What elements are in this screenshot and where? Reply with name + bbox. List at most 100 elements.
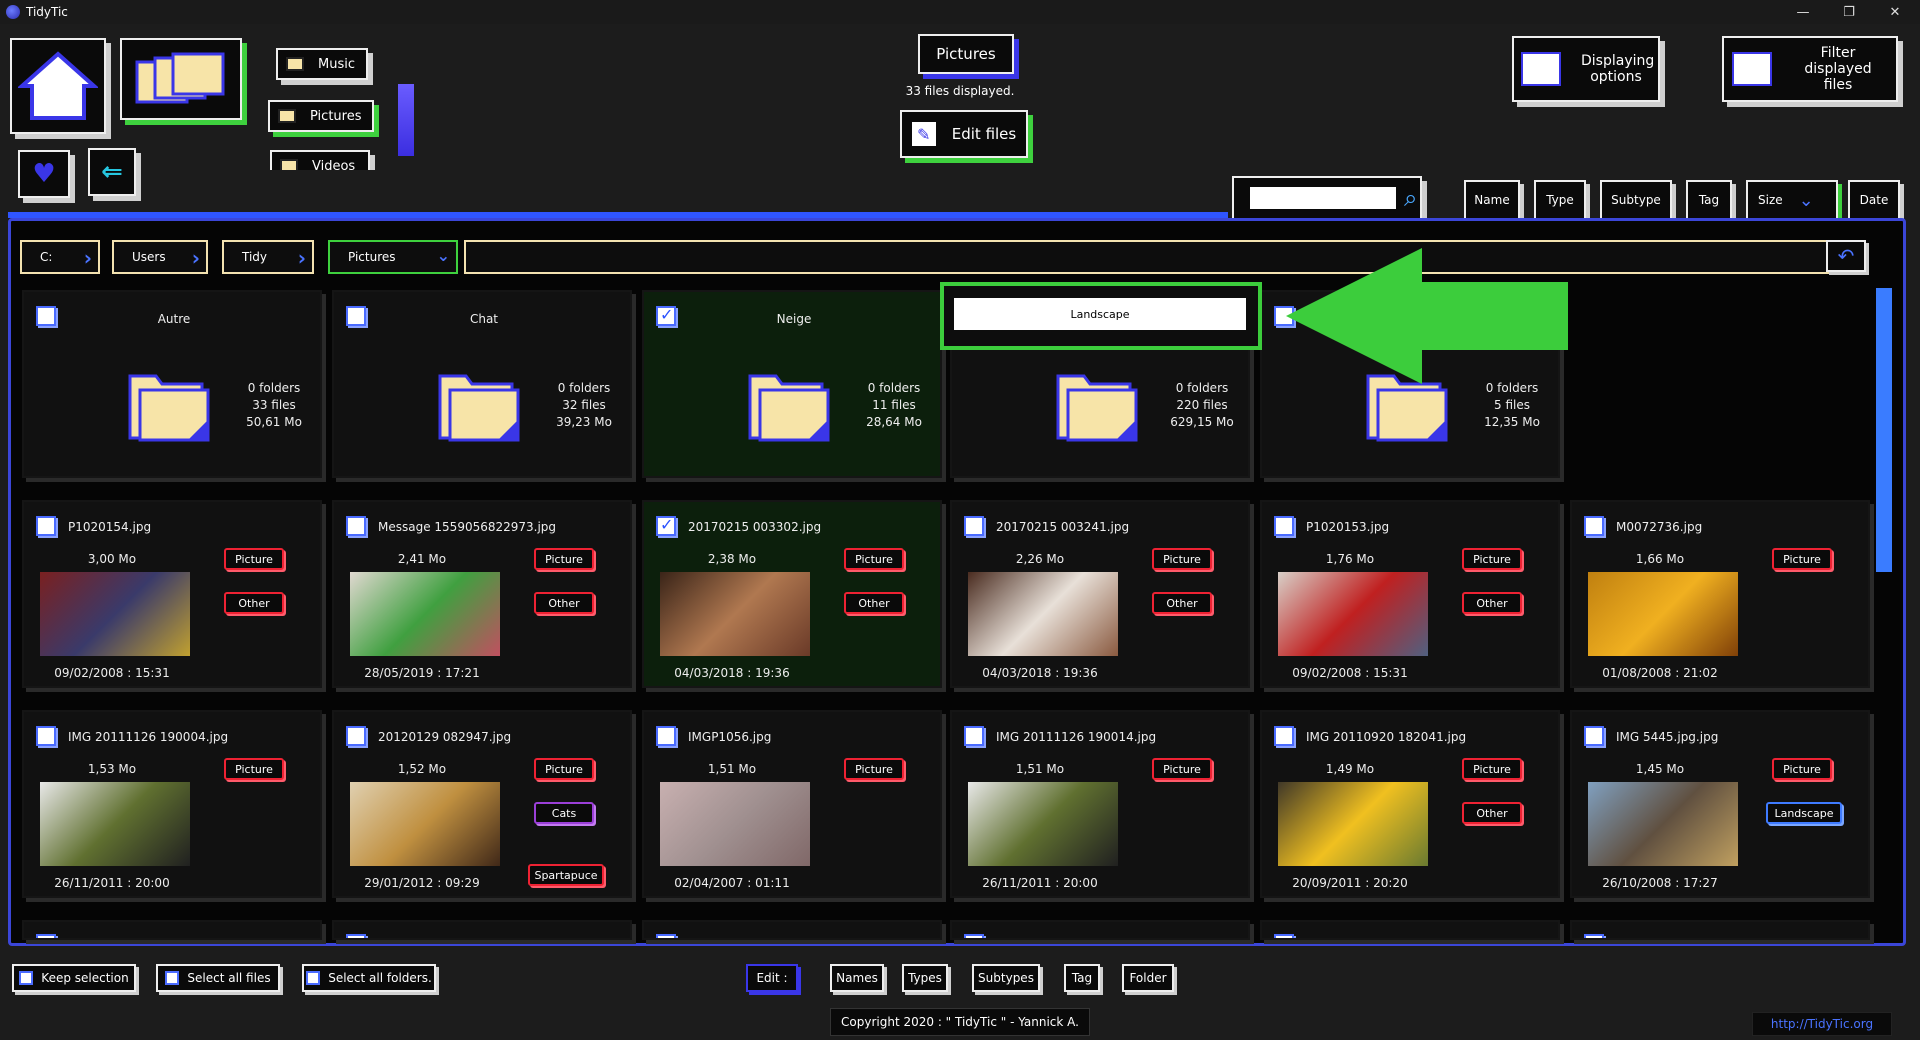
tag-other[interactable]: Other [534,592,594,614]
close-button[interactable]: ✕ [1872,0,1918,24]
file-thumbnail[interactable] [350,572,500,656]
back-button[interactable]: ⇐ [88,148,136,196]
tag-picture[interactable]: Picture [224,548,284,570]
sort-subtype[interactable]: Subtype [1600,180,1672,220]
tag-cats[interactable]: Cats [534,802,594,824]
file-card[interactable]: P1020154.jpg 3,00 Mo 09/02/2008 : 15:31 … [22,500,322,688]
file-thumbnail[interactable] [1588,572,1738,656]
file-card[interactable]: IMG 5445.jpg.jpg 1,45 Mo 26/10/2008 : 17… [1570,710,1870,898]
nav-music[interactable]: Music [276,48,368,80]
file-checkbox[interactable] [964,726,984,746]
edit-folder-button[interactable]: Folder [1122,964,1174,992]
folders-view-button[interactable] [120,38,242,120]
edit-tag-button[interactable]: Tag [1064,964,1100,992]
tag-picture[interactable]: Picture [1772,758,1832,780]
file-card-partial[interactable] [332,920,632,940]
path-bar[interactable] [464,240,1830,274]
file-card[interactable]: IMG 20110920 182041.jpg 1,49 Mo 20/09/20… [1260,710,1560,898]
file-card-partial[interactable] [1570,920,1870,940]
file-checkbox[interactable] [346,934,366,938]
undo-button[interactable]: ↶ [1826,240,1866,272]
search-icon[interactable]: ⌕ [1404,184,1417,212]
file-thumbnail[interactable] [40,572,190,656]
tag-picture[interactable]: Picture [1462,548,1522,570]
file-checkbox[interactable] [1584,516,1604,536]
file-checkbox[interactable] [1584,726,1604,746]
sort-name[interactable]: Name [1464,180,1520,220]
folder-card[interactable]: Autre 0 folders 33 files 50,61 Mo [22,290,322,478]
folder-card[interactable]: Neige 0 folders 11 files 28,64 Mo [642,290,942,478]
file-checkbox[interactable] [346,726,366,746]
file-card[interactable]: IMG 20111126 190004.jpg 1,53 Mo 26/11/20… [22,710,322,898]
vertical-scrollbar[interactable] [1876,288,1892,572]
file-checkbox[interactable] [346,516,366,536]
tag-picture[interactable]: Picture [1772,548,1832,570]
nav-scrollbar[interactable] [398,84,414,156]
tag-picture[interactable]: Picture [224,758,284,780]
tag-other[interactable]: Other [844,592,904,614]
file-card[interactable]: 20170215 003241.jpg 2,26 Mo 04/03/2018 :… [950,500,1250,688]
file-checkbox[interactable] [1274,516,1294,536]
file-checkbox[interactable] [656,515,676,536]
home-button[interactable] [10,38,106,134]
file-thumbnail[interactable] [660,782,810,866]
tag-other[interactable]: Other [224,592,284,614]
select-all-files-button[interactable]: Select all files [156,964,280,992]
tag-picture[interactable]: Picture [844,758,904,780]
sort-type[interactable]: Type [1534,180,1586,220]
file-card[interactable]: 20120129 082947.jpg 1,52 Mo 29/01/2012 :… [332,710,632,898]
file-checkbox[interactable] [656,726,676,746]
file-thumbnail[interactable] [1278,572,1428,656]
tag-other[interactable]: Other [1152,592,1212,614]
file-checkbox[interactable] [964,516,984,536]
file-thumbnail[interactable] [40,782,190,866]
file-card[interactable]: M0072736.jpg 1,66 Mo 01/08/2008 : 21:02 … [1570,500,1870,688]
select-all-folders-button[interactable]: Select all folders. [302,964,436,992]
file-card-partial[interactable] [22,920,322,940]
tag-picture[interactable]: Picture [534,758,594,780]
tag-picture[interactable]: Picture [1152,548,1212,570]
file-thumbnail[interactable] [1278,782,1428,866]
restore-button[interactable]: ❐ [1826,0,1872,24]
file-checkbox[interactable] [964,934,984,938]
favorites-button[interactable]: ♥ [18,150,70,198]
keep-selection-button[interactable]: Keep selection [12,964,136,992]
file-checkbox[interactable] [656,934,676,938]
file-thumbnail[interactable] [660,572,810,656]
file-card[interactable]: IMG 20111126 190014.jpg 1,51 Mo 26/11/20… [950,710,1250,898]
file-checkbox[interactable] [1274,726,1294,746]
edit-files-button[interactable]: ✎ Edit files [900,110,1028,158]
file-thumbnail[interactable] [968,572,1118,656]
file-checkbox[interactable] [36,726,56,746]
tag-picture[interactable]: Picture [1462,758,1522,780]
tag-spartapuce[interactable]: Spartapuce [528,864,604,886]
website-link[interactable]: http://TidyTic.org [1752,1012,1892,1036]
tag-other[interactable]: Other [1462,802,1522,824]
section-title-button[interactable]: Pictures [918,34,1014,74]
search-input[interactable] [1250,187,1396,209]
breadcrumb-c[interactable]: C: › [20,240,100,274]
file-thumbnail[interactable] [350,782,500,866]
filter-button[interactable]: Filter displayed files [1722,36,1898,102]
sort-tag[interactable]: Tag [1686,180,1732,220]
file-checkbox[interactable] [1274,934,1294,938]
breadcrumb-users[interactable]: Users › [112,240,208,274]
breadcrumb-tidy[interactable]: Tidy › [222,240,314,274]
displaying-options-button[interactable]: Displaying options [1512,36,1660,102]
file-card-partial[interactable] [1260,920,1560,940]
file-card-partial[interactable] [642,920,942,940]
file-checkbox[interactable] [36,934,56,938]
rename-input[interactable] [954,298,1246,330]
tag-picture[interactable]: Picture [844,548,904,570]
breadcrumb-pictures[interactable]: Pictures ⌄ [328,240,458,274]
file-card[interactable]: P1020153.jpg 1,76 Mo 09/02/2008 : 15:31 … [1260,500,1560,688]
file-card-partial[interactable] [950,920,1250,940]
tag-landscape[interactable]: Landscape [1766,802,1842,824]
file-thumbnail[interactable] [1588,782,1738,866]
sort-date[interactable]: Date [1848,180,1900,220]
file-card[interactable]: IMGP1056.jpg 1,51 Mo 02/04/2007 : 01:11 … [642,710,942,898]
tag-picture[interactable]: Picture [1152,758,1212,780]
nav-videos[interactable]: Videos [270,150,370,170]
edit-names-button[interactable]: Names [830,964,884,992]
file-card[interactable]: 20170215 003302.jpg 2,38 Mo 04/03/2018 :… [642,500,942,688]
